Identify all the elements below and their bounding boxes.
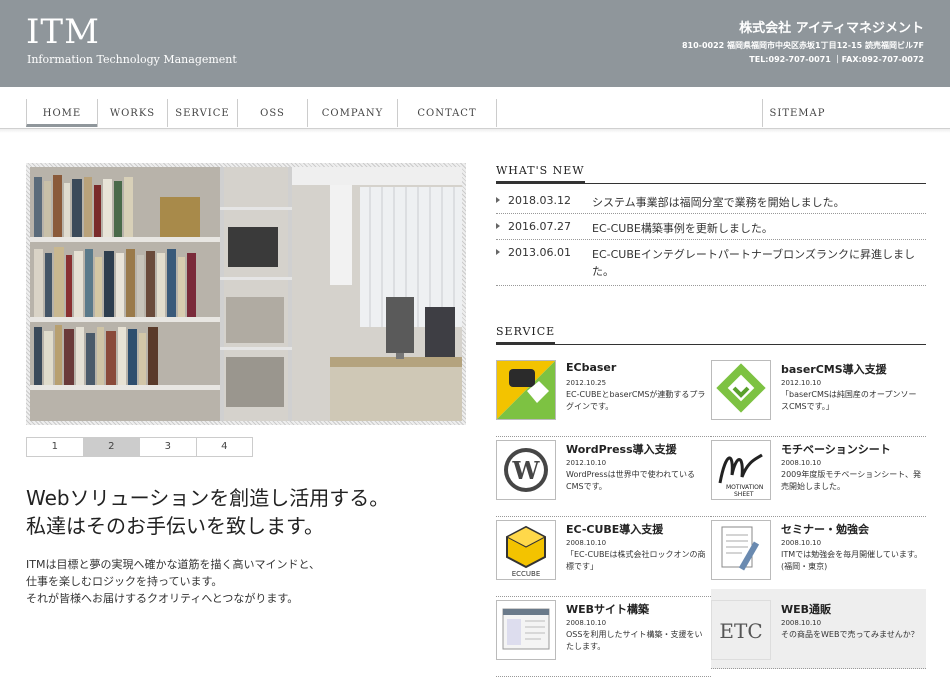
news-date: 2016.07.27 — [508, 220, 571, 233]
service-desc: WordPressは世界中で使われているCMSです。 — [566, 470, 695, 491]
nav-contact[interactable]: CONTACT — [397, 99, 497, 127]
service-desc: EC-CUBEとbaserCMSが連動するプラグインです。 — [566, 390, 706, 411]
svg-text:W: W — [512, 456, 541, 485]
website-screenshot-icon[interactable] — [496, 600, 556, 660]
main-nav: HOME WORKS SERVICE OSS COMPANY CONTACT S… — [0, 87, 950, 133]
arrow-right-icon — [496, 197, 500, 203]
slideshow-frame — [26, 163, 466, 425]
service-date: 2012.10.10 — [781, 379, 822, 387]
site-header: ITM Information Technology Management 株式… — [0, 0, 950, 87]
news-link[interactable]: EC-CUBEインテグレートパートナーブロンズランクに昇進しました。 — [592, 246, 917, 280]
service-item-seminar[interactable]: セミナー・勉強会 2008.10.10 ITMでは勉強会を毎月開催しています。(… — [711, 517, 926, 597]
slide-page-1[interactable]: 1 — [27, 438, 84, 456]
motivation-sheet-icon[interactable]: MOTIVATION SHEET — [711, 440, 771, 500]
seminar-document-icon[interactable] — [711, 520, 771, 580]
company-name: 株式会社 アイティマネジメント — [739, 21, 924, 36]
service-title[interactable]: セミナー・勉強会 — [781, 521, 869, 537]
service-desc: 「baserCMSは純国産のオープンソースCMSです。」 — [781, 390, 917, 411]
arrow-right-icon — [496, 249, 500, 255]
service-date: 2008.10.10 — [781, 539, 822, 547]
news-link[interactable]: EC-CUBE構築事例を更新しました。 — [592, 220, 917, 237]
etc-icon[interactable]: ETC — [711, 600, 771, 660]
intro-line-3: それが皆様へお届けするクオリティへとつながります。 — [26, 592, 299, 605]
service-item-website[interactable]: WEBサイト構築 2008.10.10 OSSを利用したサイト構築・支援をいたし… — [496, 597, 711, 677]
etc-icon-label: ETC — [719, 619, 763, 643]
company-contact-numbers: TEL:092-707-0071 ｜FAX:092-707-0072 — [749, 55, 924, 64]
site-logo-subtitle: Information Technology Management — [27, 53, 237, 66]
service-title[interactable]: EC-CUBE導入支援 — [566, 521, 663, 537]
service-date: 2008.10.10 — [781, 459, 822, 467]
news-date: 2013.06.01 — [508, 246, 571, 259]
intro-line-2: 仕事を楽しむロジックを持っています。 — [26, 575, 223, 588]
news-list: 2018.03.12 システム事業部は福岡分室で業務を開始しました。 2016.… — [496, 188, 926, 286]
nav-home[interactable]: HOME — [26, 99, 97, 127]
intro-text: ITMは目標と夢の実現へ確かな道筋を描く高いマインドと、 仕事を楽しむロジックを… — [26, 556, 320, 607]
service-item-web-shop[interactable]: ETC WEB通販 2008.10.10 その商品をWEBで売ってみませんか？ — [711, 589, 926, 669]
service-title[interactable]: WEB通販 — [781, 601, 831, 617]
lead-line-2: 私達はそのお手伝いを致します。 — [26, 514, 324, 538]
service-desc: OSSを利用したサイト構築・支援をいたします。 — [566, 630, 703, 651]
slide-page-3[interactable]: 3 — [140, 438, 197, 456]
company-address: 810-0022 福岡県福岡市中央区赤坂1丁目12-15 読売福岡ビル7F — [681, 41, 924, 50]
lead-headline: Webソリューションを創造し活用する。 私達はそのお手伝いを致します。 — [26, 484, 389, 540]
nav-works[interactable]: WORKS — [97, 99, 167, 127]
service-title[interactable]: WordPress導入支援 — [566, 441, 677, 457]
service-desc: 「EC-CUBEは株式会社ロックオンの商標です」 — [566, 550, 706, 571]
whats-new-heading: WHAT'S NEW — [496, 164, 926, 184]
slide-page-4[interactable]: 4 — [197, 438, 253, 456]
service-title[interactable]: WEBサイト構築 — [566, 601, 649, 617]
service-date: 2008.10.10 — [566, 539, 607, 547]
nav-service[interactable]: SERVICE — [167, 99, 237, 127]
service-title[interactable]: モチベーションシート — [781, 441, 891, 457]
intro-line-1: ITMは目標と夢の実現へ確かな道筋を描く高いマインドと、 — [26, 558, 321, 571]
service-desc: 2009年度版モチベーションシート、発売開始しました。 — [781, 470, 922, 491]
arrow-right-icon — [496, 223, 500, 229]
service-desc: その商品をWEBで売ってみませんか？ — [781, 630, 919, 639]
nav-sitemap[interactable]: SITEMAP — [762, 99, 832, 127]
news-link[interactable]: システム事業部は福岡分室で業務を開始しました。 — [592, 194, 917, 211]
service-item-eccube[interactable]: ECCUBE EC-CUBE導入支援 2008.10.10 「EC-CUBEは株… — [496, 517, 711, 597]
ecbaser-logo-icon[interactable] — [496, 360, 556, 420]
service-item-ecbaser[interactable]: ECbaser 2012.10.25 EC-CUBEとbaserCMSが連動する… — [496, 357, 711, 437]
nav-oss[interactable]: OSS — [237, 99, 307, 127]
news-item[interactable]: 2018.03.12 システム事業部は福岡分室で業務を開始しました。 — [496, 188, 926, 214]
news-item[interactable]: 2016.07.27 EC-CUBE構築事例を更新しました。 — [496, 214, 926, 240]
service-title[interactable]: baserCMS導入支援 — [781, 361, 887, 377]
service-date: 2012.10.10 — [566, 459, 607, 467]
service-heading: SERVICE — [496, 325, 926, 345]
site-logo[interactable]: ITM — [26, 12, 100, 52]
svg-text:ECCUBE: ECCUBE — [512, 570, 541, 578]
svg-text:SHEET: SHEET — [734, 491, 754, 498]
service-item-motivation-sheet[interactable]: MOTIVATION SHEET モチベーションシート 2008.10.10 2… — [711, 437, 926, 517]
news-date: 2018.03.12 — [508, 194, 571, 207]
service-heading-label: SERVICE — [496, 325, 556, 345]
service-item-basercms[interactable]: baserCMS導入支援 2012.10.10 「baserCMSは純国産のオー… — [711, 357, 926, 437]
slide-page-2[interactable]: 2 — [83, 438, 140, 456]
wordpress-logo-icon[interactable]: W — [496, 440, 556, 500]
service-date: 2008.10.10 — [566, 619, 607, 627]
service-date: 2008.10.10 — [781, 619, 822, 627]
news-item[interactable]: 2013.06.01 EC-CUBEインテグレートパートナーブロンズランクに昇進… — [496, 240, 926, 286]
service-title[interactable]: ECbaser — [566, 361, 616, 374]
nav-company[interactable]: COMPANY — [307, 99, 397, 127]
basercms-logo-icon[interactable] — [711, 360, 771, 420]
svg-text:MOTIVATION: MOTIVATION — [726, 484, 763, 491]
service-item-wordpress[interactable]: W WordPress導入支援 2012.10.10 WordPressは世界中… — [496, 437, 711, 517]
slideshow-pager: 1 2 3 4 — [26, 437, 253, 457]
service-date: 2012.10.25 — [566, 379, 607, 387]
office-bookshelf-photo — [30, 167, 462, 421]
eccube-logo-icon[interactable]: ECCUBE — [496, 520, 556, 580]
lead-line-1: Webソリューションを創造し活用する。 — [26, 486, 390, 510]
whats-new-heading-label: WHAT'S NEW — [496, 164, 585, 184]
service-desc: ITMでは勉強会を毎月開催しています。(福岡・東京) — [781, 550, 923, 571]
